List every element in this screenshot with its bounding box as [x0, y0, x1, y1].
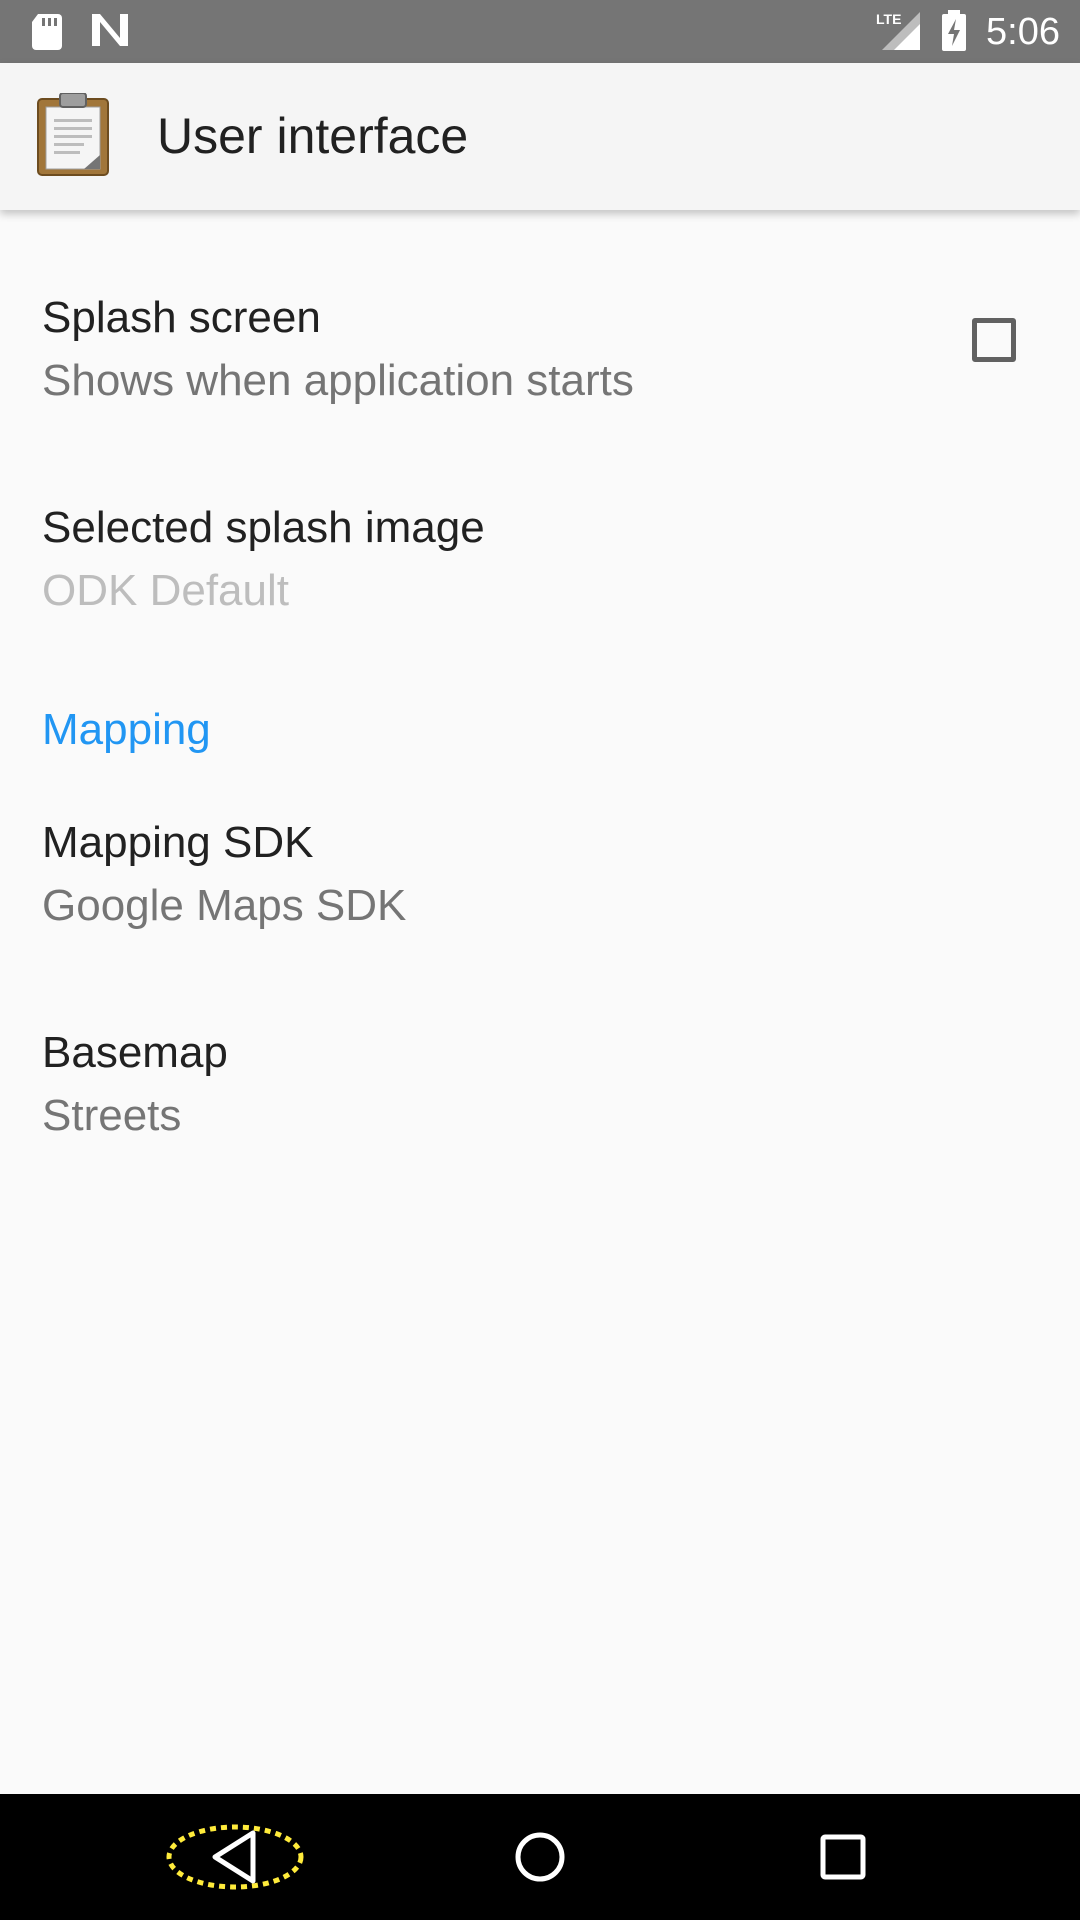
- pref-mapping-sdk[interactable]: Mapping SDK Google Maps SDK: [0, 765, 1080, 975]
- category-mapping: Mapping: [42, 705, 211, 754]
- pref-mapping-sdk-summary: Google Maps SDK: [42, 881, 407, 930]
- sd-card-icon: [30, 12, 64, 55]
- clipboard-icon: [36, 92, 110, 182]
- pref-splash-image: Selected splash image ODK Default: [0, 450, 1080, 660]
- pref-basemap-summary: Streets: [42, 1091, 182, 1140]
- pref-splash-screen[interactable]: Splash screen Shows when application sta…: [0, 240, 1080, 450]
- splash-screen-checkbox[interactable]: [972, 318, 1016, 362]
- signal-icon: LTE: [874, 10, 924, 57]
- pref-splash-image-title: Selected splash image: [42, 503, 485, 552]
- back-icon[interactable]: [165, 1821, 305, 1898]
- status-bar: LTE 5:06: [0, 0, 1080, 63]
- app-bar: User interface: [0, 63, 1080, 210]
- status-clock: 5:06: [986, 11, 1060, 53]
- battery-charging-icon: [940, 10, 968, 57]
- recents-icon[interactable]: [803, 1821, 883, 1898]
- pref-basemap[interactable]: Basemap Streets: [0, 975, 1080, 1185]
- pref-splash-screen-summary: Shows when application starts: [42, 356, 634, 405]
- pref-basemap-title: Basemap: [42, 1028, 228, 1077]
- home-icon[interactable]: [509, 1821, 571, 1898]
- n-notification-icon: [90, 12, 130, 53]
- pref-mapping-sdk-title: Mapping SDK: [42, 818, 314, 867]
- page-title: User interface: [157, 108, 469, 164]
- pref-splash-image-summary: ODK Default: [42, 566, 289, 615]
- pref-splash-screen-title: Splash screen: [42, 293, 321, 342]
- navigation-bar: [0, 1794, 1080, 1920]
- network-type-label: LTE: [876, 11, 901, 27]
